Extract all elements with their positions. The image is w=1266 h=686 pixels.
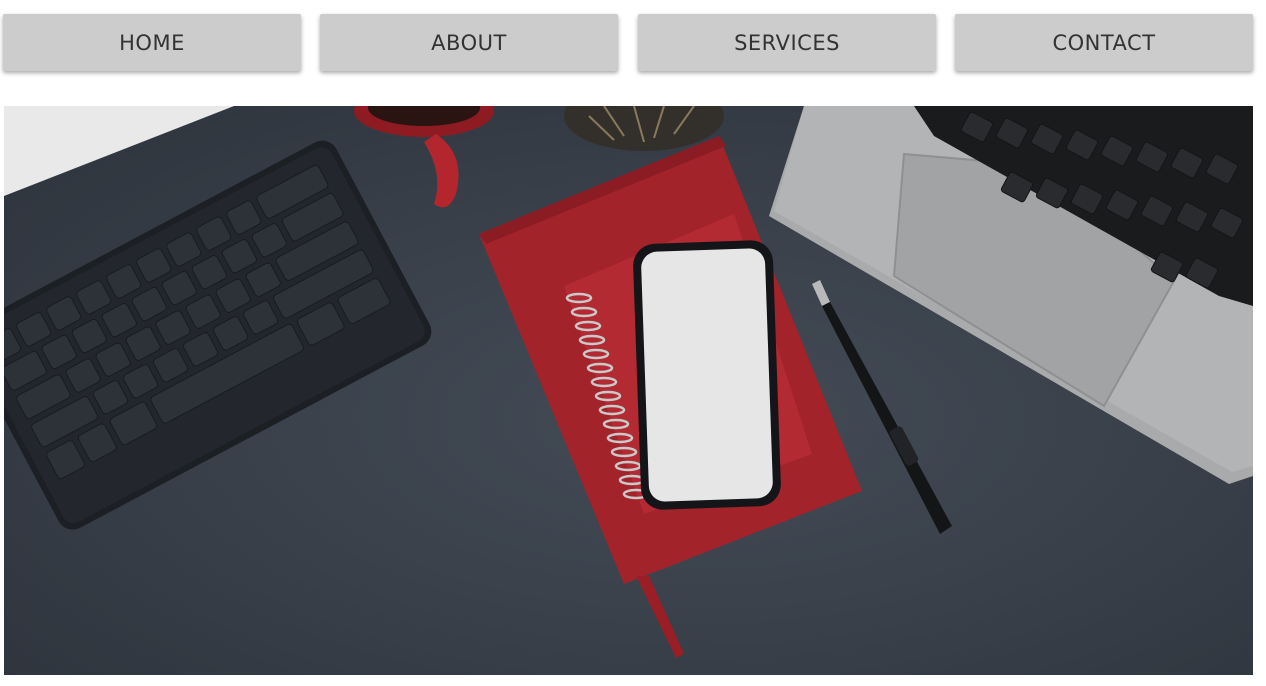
nav-home-button[interactable]: HOME	[3, 14, 301, 71]
hero-image	[4, 106, 1253, 675]
keyboard	[4, 140, 432, 530]
coffee-mug	[354, 106, 494, 208]
smartphone	[633, 240, 781, 510]
desk-flatlay-illustration	[4, 106, 1253, 658]
main-nav: HOME ABOUT SERVICES CONTACT	[3, 14, 1254, 71]
nav-contact-button[interactable]: CONTACT	[955, 14, 1253, 71]
nav-services-button[interactable]: SERVICES	[638, 14, 936, 71]
paper-sheet	[4, 106, 234, 196]
nav-about-button[interactable]: ABOUT	[320, 14, 618, 71]
laptop	[769, 106, 1253, 484]
